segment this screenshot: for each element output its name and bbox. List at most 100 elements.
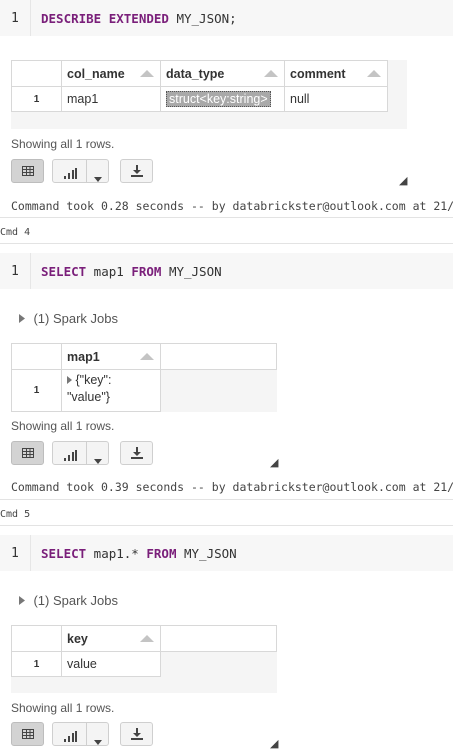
table-cell[interactable]: map1 (61, 86, 161, 112)
code-keyword: SELECT (41, 546, 87, 561)
rows-count-text: Showing all 1 rows. (11, 137, 115, 151)
command-took-text: Command took 0.28 seconds -- by databric… (11, 199, 453, 213)
result-table: key 1 value (11, 625, 277, 677)
sort-icon[interactable] (264, 70, 278, 77)
sort-icon[interactable] (140, 70, 154, 77)
table-cell[interactable]: null (284, 86, 388, 112)
json-value: {"key": "value"} (67, 373, 112, 404)
code-line: SELECT map1 FROM MY_JSON (41, 264, 222, 279)
table-cell[interactable]: {"key": "value"} (61, 369, 161, 412)
cell-divider (0, 243, 453, 244)
bar-chart-icon (63, 166, 77, 184)
row-index-header (11, 625, 62, 652)
table-row: 1 value (11, 651, 277, 677)
code-editor-cmd4[interactable]: 1 SELECT map1 FROM MY_JSON (0, 253, 453, 289)
column-header-label: comment (290, 66, 346, 81)
code-keyword: FROM (131, 264, 162, 279)
row-number: 1 (11, 369, 62, 412)
spark-jobs-label: (1) Spark Jobs (33, 311, 118, 326)
chart-button[interactable] (52, 159, 109, 183)
caret-down-icon[interactable] (94, 451, 102, 469)
gutter-divider (30, 253, 31, 289)
resize-handle-icon[interactable]: ◢ (270, 456, 278, 469)
table-empty-cell (160, 369, 277, 412)
table-header-row: col_name data_type comment (11, 60, 388, 87)
download-icon (130, 728, 143, 740)
button-separator (86, 723, 87, 745)
caret-right-icon[interactable] (67, 372, 72, 389)
table-cell[interactable]: value (61, 651, 161, 677)
spark-jobs-label: (1) Spark Jobs (33, 593, 118, 608)
spark-jobs-toggle[interactable]: (1) Spark Jobs (19, 310, 118, 328)
download-icon (130, 447, 143, 459)
code-text: map1.* (86, 546, 147, 561)
code-line: DESCRIBE EXTENDED MY_JSON; (41, 11, 237, 26)
table-grid-icon (21, 448, 34, 458)
column-header-label: map1 (67, 349, 100, 364)
resize-handle-icon[interactable]: ◢ (270, 737, 278, 750)
row-number: 1 (11, 86, 62, 112)
column-header-empty (160, 343, 277, 370)
table-empty-cell (160, 651, 277, 677)
sort-icon[interactable] (140, 635, 154, 642)
code-line: SELECT map1.* FROM MY_JSON (41, 546, 237, 561)
chart-button[interactable] (52, 722, 109, 746)
column-header-empty (160, 625, 277, 652)
cmd-label: Cmd 4 (0, 227, 31, 238)
rows-count-text: Showing all 1 rows. (11, 419, 115, 433)
download-button[interactable] (120, 441, 153, 465)
button-separator (86, 442, 87, 464)
code-keyword: DESCRIBE EXTENDED (41, 11, 169, 26)
bar-chart-icon (63, 729, 77, 747)
column-header-key[interactable]: key (61, 625, 161, 652)
code-editor-cmd3[interactable]: 1 DESCRIBE EXTENDED MY_JSON; (0, 0, 453, 36)
table-view-button[interactable] (11, 441, 44, 465)
column-header-data_type[interactable]: data_type (160, 60, 285, 87)
code-text: MY_JSON; (168, 11, 237, 26)
result-table: map1 1 {"key": "value"} (11, 343, 277, 412)
column-header-col_name[interactable]: col_name (61, 60, 161, 87)
rows-count-text: Showing all 1 rows. (11, 701, 115, 715)
code-editor-cmd5[interactable]: 1 SELECT map1.* FROM MY_JSON (0, 535, 453, 571)
table-header-row: map1 (11, 343, 277, 370)
caret-right-icon (19, 596, 25, 606)
resize-handle-icon[interactable]: ◢ (399, 174, 407, 187)
column-header-label: key (67, 631, 88, 646)
table-row: 1 map1 struct<key:string> null (11, 86, 388, 112)
gutter-divider (30, 535, 31, 571)
code-text: map1 (86, 264, 132, 279)
sort-icon[interactable] (367, 70, 381, 77)
caret-down-icon[interactable] (94, 732, 102, 750)
row-index-header (11, 60, 62, 87)
table-cell-selected[interactable]: struct<key:string> (160, 86, 285, 112)
column-header-comment[interactable]: comment (284, 60, 388, 87)
bar-chart-icon (63, 448, 77, 466)
cell-divider (0, 525, 453, 526)
command-took-text: Command took 0.39 seconds -- by databric… (11, 480, 453, 494)
column-header-label: col_name (67, 66, 125, 81)
button-separator (86, 160, 87, 182)
code-text: MY_JSON (161, 264, 222, 279)
chart-button[interactable] (52, 441, 109, 465)
cmd-label: Cmd 5 (0, 509, 31, 520)
gutter-divider (30, 0, 31, 36)
result-table: col_name data_type comment 1 map1 struct… (11, 60, 388, 112)
line-number: 1 (11, 264, 19, 279)
code-text: MY_JSON (176, 546, 237, 561)
line-number: 1 (11, 11, 19, 26)
table-grid-icon (21, 729, 34, 739)
download-button[interactable] (120, 722, 153, 746)
column-header-map1[interactable]: map1 (61, 343, 161, 370)
table-view-button[interactable] (11, 722, 44, 746)
table-view-button[interactable] (11, 159, 44, 183)
caret-down-icon[interactable] (94, 169, 102, 187)
column-header-label: data_type (166, 66, 225, 81)
table-grid-icon (21, 166, 34, 176)
download-button[interactable] (120, 159, 153, 183)
table-header-row: key (11, 625, 277, 652)
spark-jobs-toggle[interactable]: (1) Spark Jobs (19, 592, 118, 610)
sort-icon[interactable] (140, 353, 154, 360)
line-number: 1 (11, 546, 19, 561)
download-icon (130, 165, 143, 177)
cell-divider (0, 217, 453, 218)
